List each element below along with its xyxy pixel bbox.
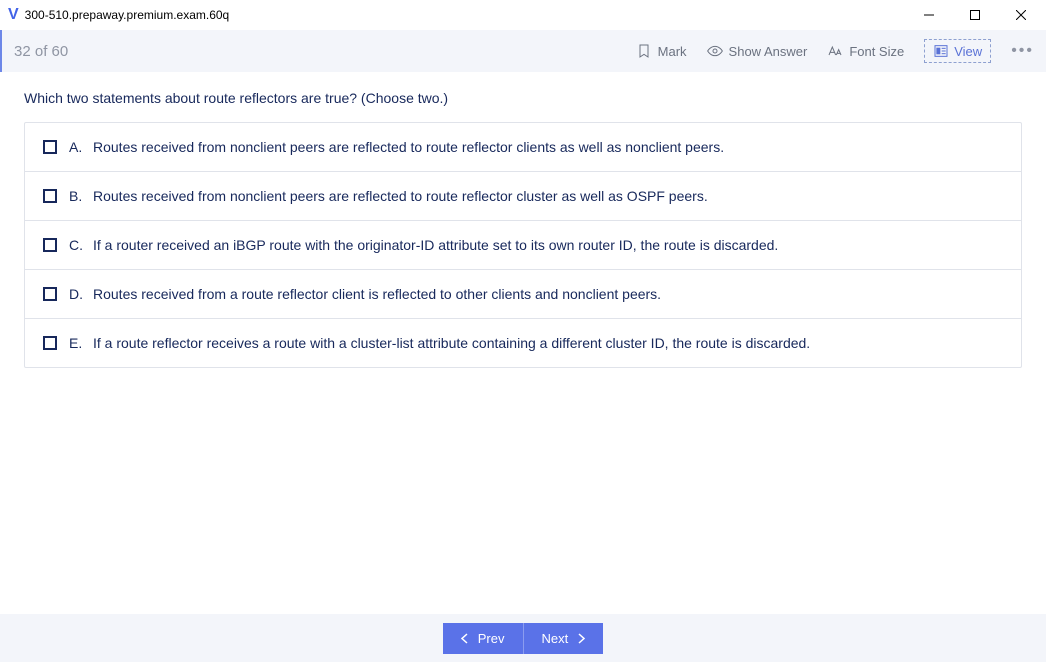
option-letter: A. xyxy=(69,139,87,155)
prev-button[interactable]: Prev xyxy=(443,623,524,654)
nav-buttons: Prev Next xyxy=(443,623,603,654)
next-label: Next xyxy=(542,631,569,646)
font-size-icon xyxy=(827,43,843,59)
show-answer-button[interactable]: Show Answer xyxy=(707,43,808,59)
option-letter: B. xyxy=(69,188,87,204)
show-answer-label: Show Answer xyxy=(729,44,808,59)
toolbar-actions: Mark Show Answer Font Size View ••• xyxy=(636,39,1034,63)
bookmark-icon xyxy=(636,43,652,59)
bottom-bar: Prev Next xyxy=(0,614,1046,662)
view-label: View xyxy=(954,44,982,59)
minimize-button[interactable] xyxy=(906,0,952,30)
question-progress: 32 of 60 xyxy=(14,43,636,60)
mark-label: Mark xyxy=(658,44,687,59)
option-d[interactable]: D. Routes received from a route reflecto… xyxy=(25,270,1021,319)
view-button[interactable]: View xyxy=(924,39,991,63)
maximize-button[interactable] xyxy=(952,0,998,30)
option-b[interactable]: B. Routes received from nonclient peers … xyxy=(25,172,1021,221)
app-icon: V xyxy=(8,6,19,24)
prev-label: Prev xyxy=(478,631,505,646)
font-size-button[interactable]: Font Size xyxy=(827,43,904,59)
checkbox-icon xyxy=(43,287,57,301)
eye-icon xyxy=(707,43,723,59)
option-text: If a route reflector receives a route wi… xyxy=(93,335,810,351)
toolbar: 32 of 60 Mark Show Answer Font Size View… xyxy=(0,30,1046,72)
option-letter: D. xyxy=(69,286,87,302)
options-container: A. Routes received from nonclient peers … xyxy=(24,122,1022,368)
option-text: Routes received from nonclient peers are… xyxy=(93,139,724,155)
checkbox-icon xyxy=(43,189,57,203)
option-text: Routes received from a route reflector c… xyxy=(93,286,661,302)
checkbox-icon xyxy=(43,140,57,154)
option-e[interactable]: E. If a route reflector receives a route… xyxy=(25,319,1021,367)
option-letter: C. xyxy=(69,237,87,253)
next-button[interactable]: Next xyxy=(524,623,604,654)
option-text: Routes received from nonclient peers are… xyxy=(93,188,708,204)
option-letter: E. xyxy=(69,335,87,351)
option-a[interactable]: A. Routes received from nonclient peers … xyxy=(25,123,1021,172)
checkbox-icon xyxy=(43,238,57,252)
mark-button[interactable]: Mark xyxy=(636,43,687,59)
content-area: Which two statements about route reflect… xyxy=(0,72,1046,386)
more-button[interactable]: ••• xyxy=(1011,42,1034,60)
close-button[interactable] xyxy=(998,0,1044,30)
option-c[interactable]: C. If a router received an iBGP route wi… xyxy=(25,221,1021,270)
option-text: If a router received an iBGP route with … xyxy=(93,237,778,253)
list-icon xyxy=(933,43,949,59)
chevron-left-icon xyxy=(461,633,468,644)
titlebar: V 300-510.prepaway.premium.exam.60q xyxy=(0,0,1046,30)
chevron-right-icon xyxy=(578,633,585,644)
question-text: Which two statements about route reflect… xyxy=(24,90,1022,106)
font-size-label: Font Size xyxy=(849,44,904,59)
window-title: 300-510.prepaway.premium.exam.60q xyxy=(25,8,906,22)
checkbox-icon xyxy=(43,336,57,350)
window-controls xyxy=(906,0,1044,30)
